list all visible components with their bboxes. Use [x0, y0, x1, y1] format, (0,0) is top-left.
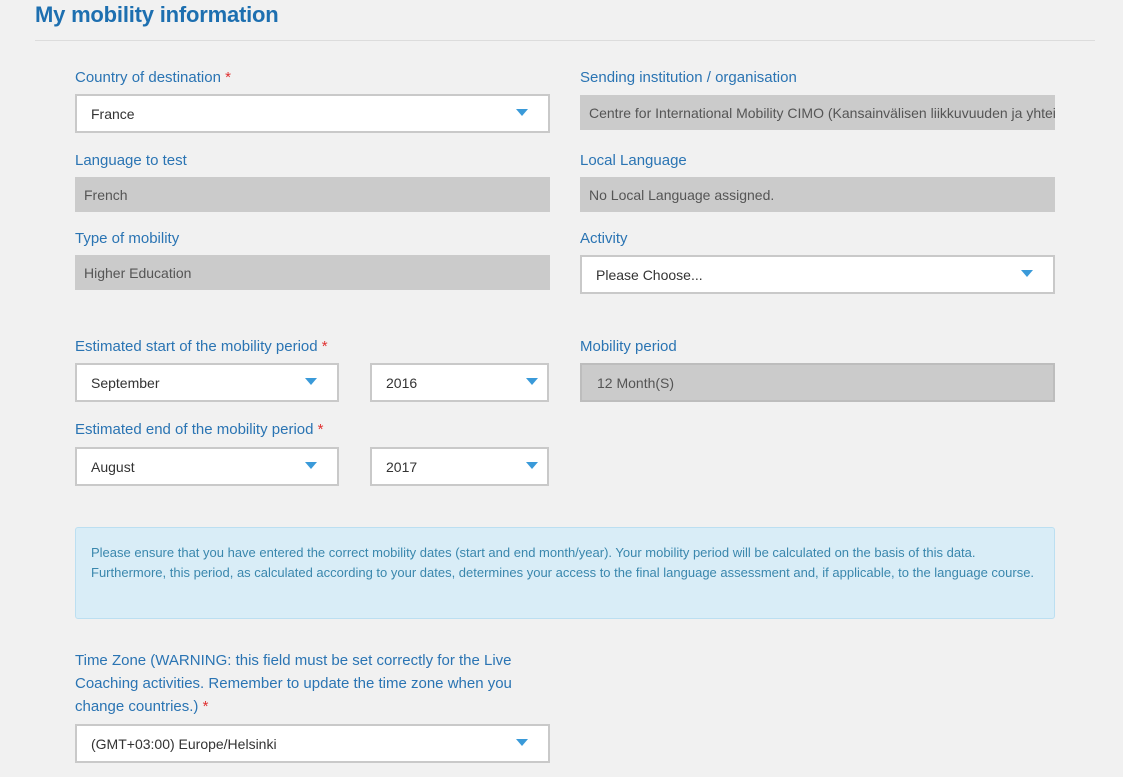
timezone-select-value: (GMT+03:00) Europe/Helsinki — [91, 735, 277, 752]
end-year-value: 2017 — [386, 458, 418, 475]
language-label: Language to test — [75, 152, 187, 169]
chevron-down-icon — [516, 109, 528, 116]
start-year-select[interactable]: 2016 — [370, 363, 549, 402]
sending-institution-label: Sending institution / organisation — [580, 69, 797, 86]
end-label-text: Estimated end of the mobility period — [75, 421, 314, 438]
end-month-value: August — [91, 458, 135, 475]
title-divider — [35, 40, 1095, 41]
chevron-down-icon — [1021, 270, 1033, 277]
activity-label: Activity — [580, 230, 628, 247]
timezone-select[interactable]: (GMT+03:00) Europe/Helsinki — [75, 724, 550, 763]
activity-select[interactable]: Please Choose... — [580, 255, 1055, 294]
country-select[interactable]: France — [75, 94, 550, 133]
mobility-period-field: 12 Month(S) — [580, 363, 1055, 402]
local-language-field: No Local Language assigned. — [580, 177, 1055, 212]
country-label-text: Country of destination — [75, 69, 221, 86]
required-marker: * — [202, 698, 209, 715]
chevron-down-icon — [305, 462, 317, 469]
start-month-select[interactable]: September — [75, 363, 339, 402]
mobility-period-label: Mobility period — [580, 338, 677, 355]
start-label-text: Estimated start of the mobility period — [75, 338, 318, 355]
country-label: Country of destination * — [75, 69, 231, 86]
start-year-value: 2016 — [386, 374, 418, 391]
sending-institution-field: Centre for International Mobility CIMO (… — [580, 95, 1055, 130]
chevron-down-icon — [516, 739, 528, 746]
required-marker: * — [321, 338, 328, 355]
local-language-label: Local Language — [580, 152, 687, 169]
required-marker: * — [225, 69, 231, 86]
end-label: Estimated end of the mobility period * — [75, 421, 323, 438]
timezone-label-text: Time Zone (WARNING: this field must be s… — [75, 652, 512, 715]
page-title: My mobility information — [35, 2, 279, 27]
chevron-down-icon — [526, 462, 538, 469]
country-select-value: France — [91, 105, 135, 122]
end-year-select[interactable]: 2017 — [370, 447, 549, 486]
mobility-type-field: Higher Education — [75, 255, 550, 290]
timezone-label: Time Zone (WARNING: this field must be s… — [75, 649, 555, 718]
language-field: French — [75, 177, 550, 212]
required-marker: * — [317, 421, 324, 438]
chevron-down-icon — [526, 378, 538, 385]
mobility-dates-notice: Please ensure that you have entered the … — [75, 527, 1055, 619]
start-month-value: September — [91, 374, 160, 391]
start-label: Estimated start of the mobility period * — [75, 338, 328, 355]
mobility-type-label: Type of mobility — [75, 230, 180, 247]
end-month-select[interactable]: August — [75, 447, 339, 486]
activity-select-value: Please Choose... — [596, 266, 703, 283]
chevron-down-icon — [305, 378, 317, 385]
